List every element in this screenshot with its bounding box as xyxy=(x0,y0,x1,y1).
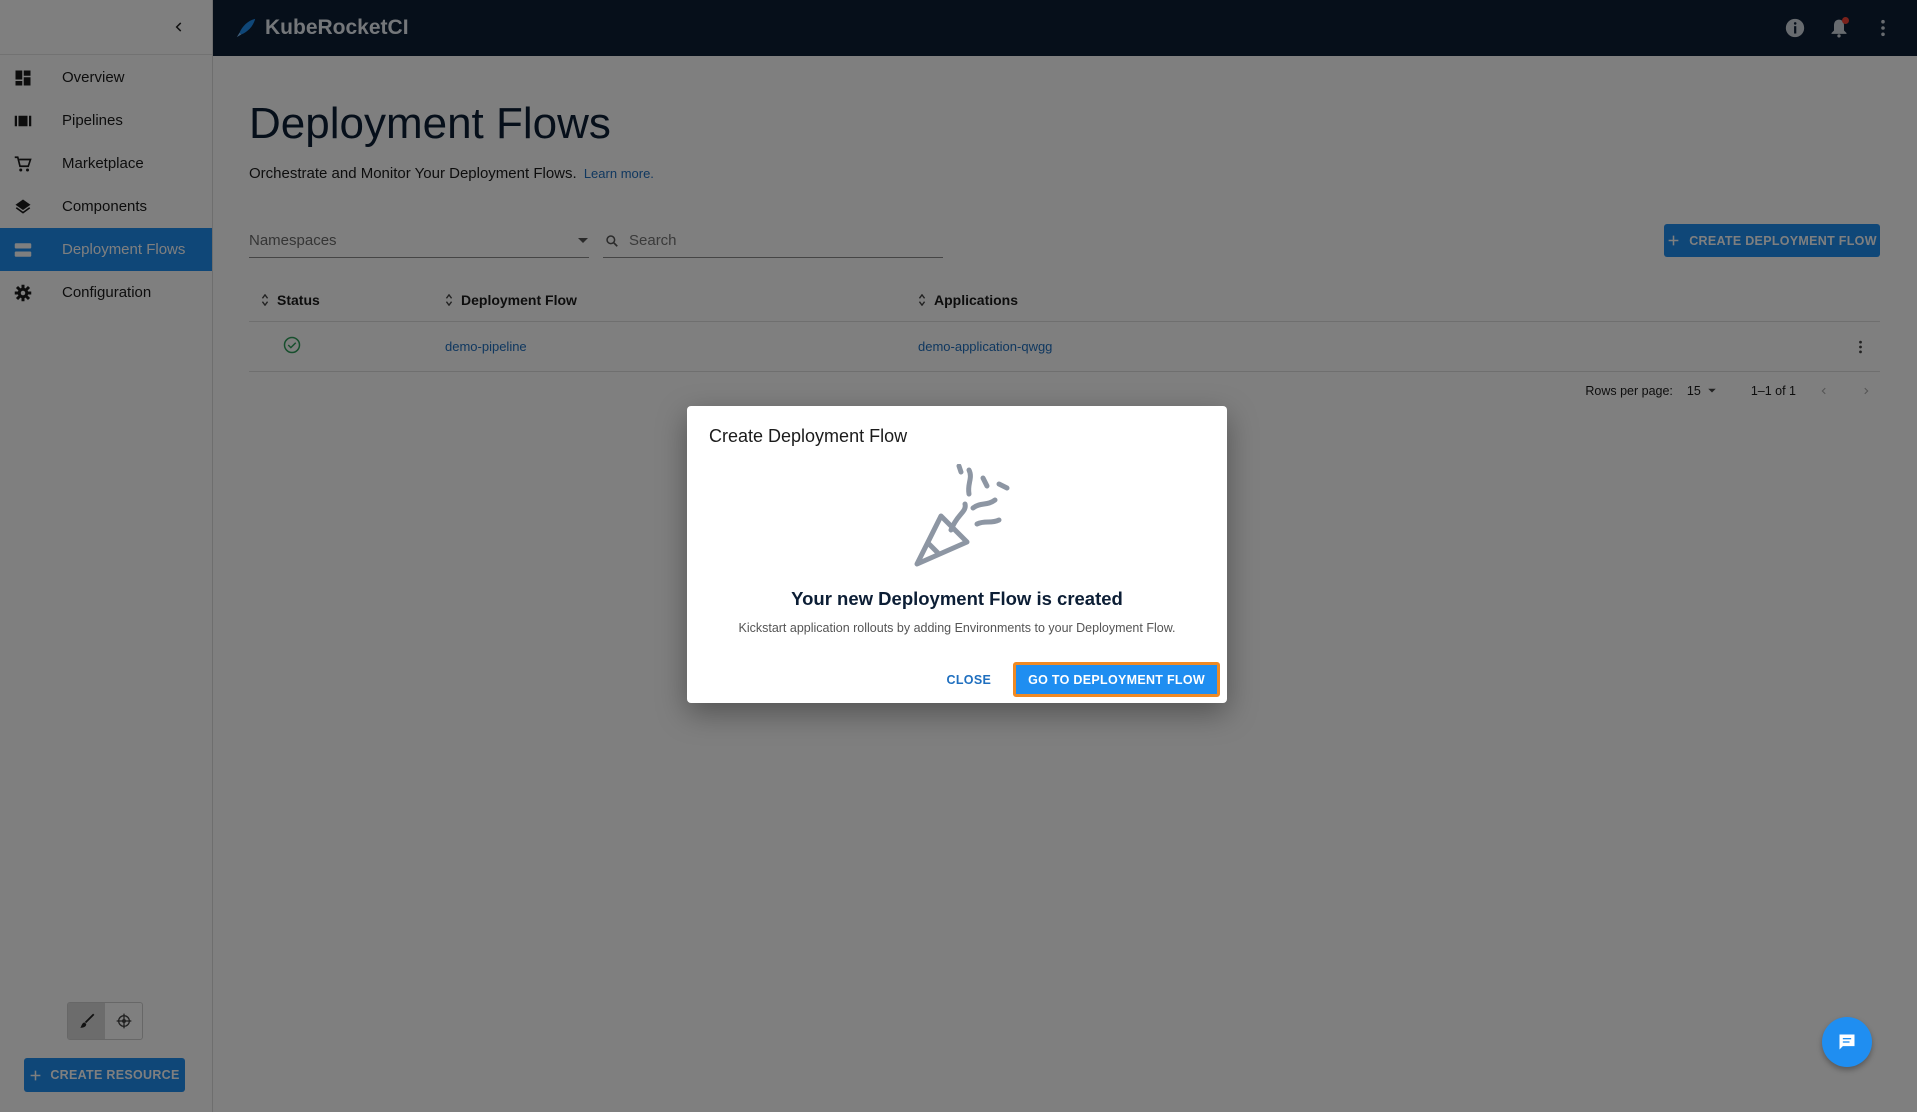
dialog-description: Kickstart application rollouts by adding… xyxy=(738,621,1176,635)
chat-button[interactable] xyxy=(1822,1017,1872,1067)
dialog-actions: CLOSE GO TO DEPLOYMENT FLOW xyxy=(939,662,1220,697)
party-popper-icon xyxy=(914,464,1010,567)
dialog-heading: Your new Deployment Flow is created xyxy=(791,588,1123,609)
chat-icon xyxy=(1839,1034,1855,1050)
create-deployment-flow-dialog: Create Deployment Flow Your new Deployme… xyxy=(687,406,1227,703)
dialog-title: Create Deployment Flow xyxy=(709,426,908,446)
go-to-deployment-flow-button[interactable]: GO TO DEPLOYMENT FLOW xyxy=(1013,662,1220,697)
close-button[interactable]: CLOSE xyxy=(939,667,1000,693)
